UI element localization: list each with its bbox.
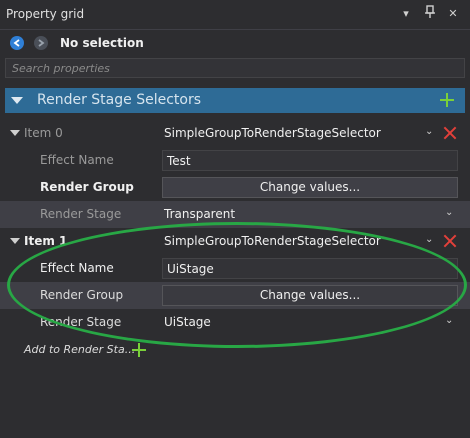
render-stage-select[interactable]: Transparent xyxy=(164,207,235,221)
search-input[interactable] xyxy=(6,59,452,77)
arrow-left-icon[interactable] xyxy=(10,36,24,50)
effect-name-field[interactable]: Test xyxy=(162,150,458,171)
prop-row-render-stage-0: Render Stage Transparent ⌄ xyxy=(0,201,470,228)
item-header-label: Item 1 xyxy=(24,234,68,248)
item-header-1[interactable]: Item 1 SimpleGroupToRenderStageSelector … xyxy=(0,228,470,255)
close-icon[interactable]: ✕ xyxy=(445,5,461,23)
search-box xyxy=(5,58,465,78)
dropdown-icon[interactable]: ▾ xyxy=(398,5,414,23)
item-type: SimpleGroupToRenderStageSelector xyxy=(164,234,381,248)
panel-titlebar: Property grid ▾ ✕ xyxy=(0,0,470,30)
chevron-down-icon[interactable]: ⌄ xyxy=(445,315,453,326)
render-stage-label: Render Stage xyxy=(40,315,122,329)
prop-row-render-group-1: Render Group Change values... xyxy=(0,282,470,309)
expand-caret-icon[interactable] xyxy=(10,130,20,136)
toolbar: No selection xyxy=(0,30,470,58)
remove-icon[interactable] xyxy=(443,126,457,140)
effect-name-field[interactable]: UiStage xyxy=(162,258,458,279)
panel-title: Property grid xyxy=(6,7,85,21)
chevron-down-icon[interactable]: ⌄ xyxy=(425,126,433,137)
collapse-triangle-icon[interactable] xyxy=(11,97,23,104)
prop-row-effect-name-0: Effect Name Test xyxy=(0,147,470,174)
render-stage-label: Render Stage xyxy=(40,207,122,221)
render-group-label: Render Group xyxy=(40,288,124,302)
item-header-0[interactable]: Item 0 SimpleGroupToRenderStageSelector … xyxy=(0,120,470,147)
change-values-button[interactable]: Change values... xyxy=(162,285,458,306)
pin-icon[interactable] xyxy=(422,5,438,23)
plus-icon[interactable] xyxy=(132,343,146,357)
effect-name-label: Effect Name xyxy=(40,261,114,275)
add-to-render-stage-link[interactable]: Add to Render Sta... xyxy=(24,343,135,356)
render-group-label: Render Group xyxy=(40,180,134,194)
effect-name-label: Effect Name xyxy=(40,153,114,167)
selection-label: No selection xyxy=(60,36,144,50)
section-title: Render Stage Selectors xyxy=(37,92,202,108)
item-header-label: Item 0 xyxy=(24,126,63,140)
plus-icon[interactable] xyxy=(440,93,454,107)
section-header[interactable]: Render Stage Selectors xyxy=(5,88,465,113)
prop-row-render-stage-1: Render Stage UiStage ⌄ xyxy=(0,309,470,336)
prop-row-render-group-0: Render Group Change values... xyxy=(0,174,470,201)
render-stage-select[interactable]: UiStage xyxy=(164,315,211,329)
arrow-right-icon[interactable] xyxy=(34,36,48,50)
prop-row-effect-name-1: Effect Name UiStage xyxy=(0,255,470,282)
change-values-button[interactable]: Change values... xyxy=(162,177,458,198)
chevron-down-icon[interactable]: ⌄ xyxy=(445,207,453,218)
chevron-down-icon[interactable]: ⌄ xyxy=(425,234,433,245)
expand-caret-icon[interactable] xyxy=(10,238,20,244)
remove-icon[interactable] xyxy=(443,234,457,248)
item-type: SimpleGroupToRenderStageSelector xyxy=(164,126,381,140)
